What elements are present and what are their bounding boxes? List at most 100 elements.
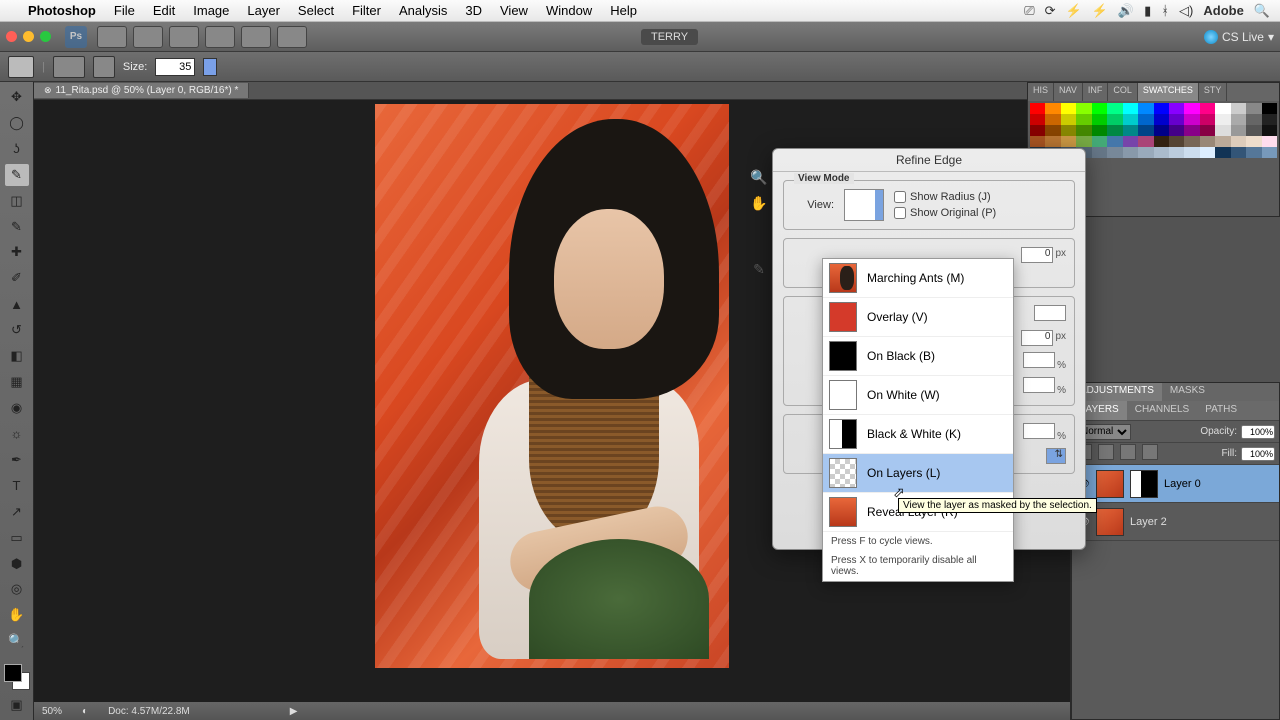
hand-icon[interactable]: ✋ <box>749 193 769 213</box>
bridge-button[interactable] <box>97 26 127 48</box>
screen-mode-button[interactable] <box>277 26 307 48</box>
size-label: Size: <box>123 61 147 73</box>
hand-tool[interactable]: ✋ <box>5 604 29 626</box>
zoom-level-button[interactable] <box>205 26 235 48</box>
cs-live-button[interactable]: CS Live ▾ <box>1204 30 1274 44</box>
menu-analysis[interactable]: Analysis <box>399 3 447 18</box>
color-swatches[interactable] <box>4 664 30 690</box>
tab-styles[interactable]: STY <box>1199 83 1228 101</box>
tab-swatches[interactable]: SWATCHES <box>1138 83 1199 101</box>
refine-brush-icon[interactable]: ✎ <box>749 259 769 279</box>
brush-size-input[interactable] <box>155 58 195 76</box>
tab-color[interactable]: COL <box>1108 83 1138 101</box>
spotlight-icon[interactable]: 🔍 <box>1254 3 1270 19</box>
view-option-overlay[interactable]: Overlay (V) <box>823 298 1013 337</box>
close-window-icon[interactable] <box>6 31 17 42</box>
layer-thumb[interactable] <box>1096 508 1124 536</box>
tab-history[interactable]: HIS <box>1028 83 1054 101</box>
blur-tool[interactable]: ◉ <box>5 397 29 419</box>
menu-select[interactable]: Select <box>298 3 334 18</box>
3d-camera-tool[interactable]: ◎ <box>5 579 29 601</box>
tab-channels[interactable]: CHANNELS <box>1127 401 1197 420</box>
menu-view[interactable]: View <box>500 3 528 18</box>
quickmask-icon[interactable]: ▣ <box>5 694 29 716</box>
show-radius-checkbox[interactable]: Show Radius (J) <box>894 191 996 203</box>
zoom-tool[interactable]: 🔍 <box>5 630 29 652</box>
radius-input[interactable]: 0 <box>1021 247 1053 263</box>
gradient-tool[interactable]: ▦ <box>5 371 29 393</box>
3d-tool[interactable]: ⬢ <box>5 553 29 575</box>
eraser-tool[interactable]: ◧ <box>5 345 29 367</box>
layer-row[interactable]: 👁 Layer 0 <box>1072 465 1279 503</box>
show-original-checkbox[interactable]: Show Original (P) <box>894 207 996 219</box>
lock-position-icon[interactable] <box>1120 444 1136 460</box>
lock-all-icon[interactable] <box>1142 444 1158 460</box>
lasso-tool[interactable]: ʖ <box>5 138 29 160</box>
brush-preview[interactable] <box>53 56 85 78</box>
menu-help[interactable]: Help <box>610 3 637 18</box>
move-tool[interactable]: ✥ <box>5 86 29 108</box>
dodge-tool[interactable]: ☼ <box>5 423 29 445</box>
document-tab[interactable]: ⊗ 11_Rita.psd @ 50% (Layer 0, RGB/16*) * <box>34 83 249 98</box>
shift-input[interactable] <box>1023 377 1055 393</box>
workspace-selector[interactable]: TERRY <box>641 29 698 45</box>
arrange-button[interactable] <box>241 26 271 48</box>
view-option-on-layers[interactable]: On Layers (L) <box>823 454 1013 493</box>
lock-pixels-icon[interactable] <box>1098 444 1114 460</box>
shape-tool[interactable]: ▭ <box>5 527 29 549</box>
tab-info[interactable]: INF <box>1083 83 1109 101</box>
window-controls[interactable] <box>6 31 51 42</box>
view-option-on-white[interactable]: On White (W) <box>823 376 1013 415</box>
path-tool[interactable]: ↗ <box>5 501 29 523</box>
view-mode-label: View Mode <box>794 173 854 184</box>
menu-3d[interactable]: 3D <box>465 3 482 18</box>
eyedropper-tool[interactable]: ✎ <box>5 216 29 238</box>
tab-paths[interactable]: PATHS <box>1197 401 1245 420</box>
status-arrow-icon[interactable]: ▶ <box>290 706 298 717</box>
fill-input[interactable] <box>1241 447 1275 461</box>
type-tool[interactable]: T <box>5 475 29 497</box>
app-menu[interactable]: Photoshop <box>28 3 96 18</box>
view-option-black-white[interactable]: Black & White (K) <box>823 415 1013 454</box>
menu-filter[interactable]: Filter <box>352 3 381 18</box>
app-icon: Ps <box>65 26 87 48</box>
view-option-on-black[interactable]: On Black (B) <box>823 337 1013 376</box>
zoom-window-icon[interactable] <box>40 31 51 42</box>
brush-add-icon[interactable] <box>93 56 115 78</box>
current-tool-icon[interactable] <box>8 56 34 78</box>
layer-thumb[interactable] <box>1096 470 1124 498</box>
tab-masks[interactable]: MASKS <box>1162 383 1213 401</box>
zoom-level[interactable]: 50% <box>42 706 62 717</box>
view-extras-button[interactable] <box>169 26 199 48</box>
pen-tool[interactable]: ✒ <box>5 449 29 471</box>
zoom-icon[interactable]: 🔍 <box>749 167 769 187</box>
view-dropdown[interactable] <box>844 189 884 221</box>
size-dropdown-icon[interactable] <box>203 58 217 76</box>
marquee-tool[interactable]: ◯ <box>5 112 29 134</box>
menu-file[interactable]: File <box>114 3 135 18</box>
mask-thumb[interactable] <box>1130 470 1158 498</box>
contrast-input[interactable] <box>1023 352 1055 368</box>
view-option-marching-ants[interactable]: Marching Ants (M) <box>823 259 1013 298</box>
menu-window[interactable]: Window <box>546 3 592 18</box>
minimize-window-icon[interactable] <box>23 31 34 42</box>
quick-select-tool[interactable]: ✎ <box>5 164 29 186</box>
crop-tool[interactable]: ◫ <box>5 190 29 212</box>
tab-close-icon[interactable]: ⊗ <box>44 85 52 96</box>
menu-layer[interactable]: Layer <box>247 3 280 18</box>
minibridge-button[interactable] <box>133 26 163 48</box>
smooth-input[interactable] <box>1034 305 1066 321</box>
opacity-input[interactable] <box>1241 425 1275 439</box>
brush-tool[interactable]: ✐ <box>5 267 29 289</box>
stamp-tool[interactable]: ▲ <box>5 293 29 315</box>
history-brush-tool[interactable]: ↺ <box>5 319 29 341</box>
feather-input[interactable]: 0 <box>1021 330 1053 346</box>
menu-image[interactable]: Image <box>193 3 229 18</box>
layer-row[interactable]: 👁 Layer 2 <box>1072 503 1279 541</box>
tab-navigator[interactable]: NAV <box>1054 83 1083 101</box>
menu-edit[interactable]: Edit <box>153 3 175 18</box>
amount-input[interactable] <box>1023 423 1055 439</box>
wifi2-icon: ⚡ <box>1092 3 1108 19</box>
output-dropdown[interactable]: ⇅ <box>1046 448 1066 464</box>
heal-tool[interactable]: ✚ <box>5 242 29 264</box>
